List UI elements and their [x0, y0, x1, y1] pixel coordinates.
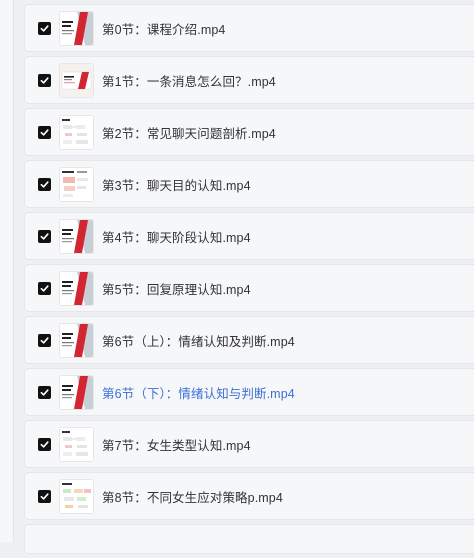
playlist-item-6[interactable]: 第6节（上）：情绪认知及判断.mp4	[24, 316, 474, 364]
video-thumbnail	[60, 115, 93, 149]
check-icon	[40, 76, 49, 84]
playlist-item-7[interactable]: 第6节（下）：情绪认知与判断.mp4	[24, 368, 474, 416]
item-checkbox[interactable]	[38, 177, 51, 191]
video-thumbnail	[60, 427, 93, 461]
check-icon	[40, 388, 49, 396]
check-icon	[40, 284, 49, 292]
item-checkbox[interactable]	[38, 385, 51, 399]
video-thumbnail	[60, 167, 93, 201]
playlist-item-3[interactable]: 第3节：聊天目的认知.mp4	[24, 160, 474, 208]
video-thumbnail	[60, 11, 93, 45]
video-title: 第2节：常见聊天问题剖析.mp4	[102, 126, 276, 141]
item-checkbox[interactable]	[38, 489, 51, 503]
video-playlist: 第0节：课程介绍.mp4 第1节：一条消息怎么回？.mp4 第2节：常见聊天问题…	[24, 4, 474, 558]
playlist-item-1[interactable]: 第1节：一条消息怎么回？.mp4	[24, 56, 474, 104]
video-thumbnail	[60, 271, 93, 305]
video-title: 第0节：课程介绍.mp4	[102, 22, 226, 37]
video-title: 第1节：一条消息怎么回？.mp4	[102, 74, 276, 89]
playlist-item-partial[interactable]	[24, 524, 474, 554]
item-checkbox[interactable]	[38, 125, 51, 139]
item-checkbox[interactable]	[38, 73, 51, 87]
video-title: 第5节：回复原理认知.mp4	[102, 282, 251, 297]
check-icon	[40, 24, 49, 32]
check-icon	[40, 180, 49, 188]
playlist-item-9[interactable]: 第8节：不同女生应对策略p.mp4	[24, 472, 474, 520]
item-checkbox[interactable]	[38, 229, 51, 243]
video-thumbnail	[60, 323, 93, 357]
left-panel-edge	[0, 0, 14, 542]
check-icon	[40, 232, 49, 240]
video-title: 第6节（上）：情绪认知及判断.mp4	[102, 334, 295, 349]
video-title: 第4节：聊天阶段认知.mp4	[102, 230, 251, 245]
check-icon	[40, 336, 49, 344]
video-thumbnail	[60, 63, 93, 97]
check-icon	[40, 440, 49, 448]
playlist-item-8[interactable]: 第7节：女生类型认知.mp4	[24, 420, 474, 468]
video-thumbnail	[60, 375, 93, 409]
video-title: 第8节：不同女生应对策略p.mp4	[102, 490, 283, 505]
item-checkbox[interactable]	[38, 437, 51, 451]
video-thumbnail	[60, 219, 93, 253]
video-title: 第7节：女生类型认知.mp4	[102, 438, 251, 453]
playlist-item-2[interactable]: 第2节：常见聊天问题剖析.mp4	[24, 108, 474, 156]
check-icon	[40, 128, 49, 136]
item-checkbox[interactable]	[38, 333, 51, 347]
playlist-item-0[interactable]: 第0节：课程介绍.mp4	[24, 4, 474, 52]
playlist-item-5[interactable]: 第5节：回复原理认知.mp4	[24, 264, 474, 312]
check-icon	[40, 492, 49, 500]
video-thumbnail	[60, 479, 93, 513]
playlist-item-4[interactable]: 第4节：聊天阶段认知.mp4	[24, 212, 474, 260]
item-checkbox[interactable]	[38, 281, 51, 295]
item-checkbox[interactable]	[38, 21, 51, 35]
video-title: 第6节（下）：情绪认知与判断.mp4	[102, 386, 295, 401]
video-title: 第3节：聊天目的认知.mp4	[102, 178, 251, 193]
